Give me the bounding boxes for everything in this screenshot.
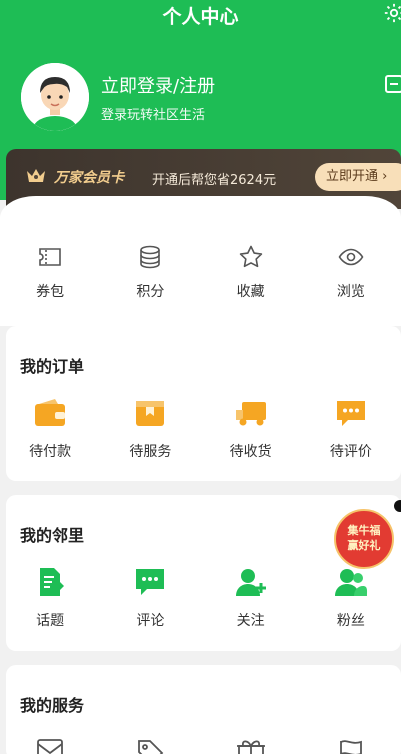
neighbor-label: 关注 [236, 613, 265, 629]
quick-link-label: 券包 [36, 284, 65, 300]
promo-floating-badge[interactable]: 集牛福 赢好礼 [334, 509, 394, 569]
services-row [0, 737, 401, 754]
promo-line-1: 集牛福 [347, 524, 381, 537]
quick-link-label: 积分 [136, 284, 165, 300]
orders-title: 我的订单 [20, 357, 85, 376]
gear-icon[interactable] [383, 2, 401, 24]
neighbor-following[interactable]: 关注 [201, 567, 301, 630]
avatar[interactable] [21, 63, 89, 131]
neighbor-label: 话题 [36, 613, 65, 629]
chat-icon [136, 569, 165, 595]
quick-link-label: 收藏 [236, 284, 265, 300]
crown-icon [27, 169, 45, 182]
order-pending-receipt[interactable]: 待收货 [201, 398, 301, 461]
promo-line-2: 赢好礼 [347, 539, 381, 552]
service-icon [136, 401, 165, 426]
neighbor-label: 评论 [136, 613, 165, 629]
orders-row: 待付款 待服务 待收货 待评价 [0, 398, 401, 461]
order-label: 待评价 [329, 444, 372, 460]
order-label: 待收货 [229, 444, 272, 460]
quick-link-history[interactable]: 浏览 [301, 244, 401, 301]
promo-close-icon[interactable] [394, 500, 401, 512]
neighbors-row: 话题 评论 关注 粉丝 [0, 567, 401, 630]
order-label: 待服务 [129, 444, 172, 460]
service-item-gift[interactable] [201, 737, 301, 754]
quick-link-coupons[interactable]: 券包 [0, 244, 100, 301]
star-icon [239, 245, 262, 268]
order-pending-payment[interactable]: 待付款 [0, 398, 100, 461]
order-pending-service[interactable]: 待服务 [100, 398, 200, 461]
flag-icon [339, 740, 362, 754]
vip-card-desc: 开通后帮您省2624元 [152, 173, 277, 188]
vip-open-button[interactable]: 立即开通 › [315, 163, 401, 191]
service-item-tag[interactable] [100, 737, 200, 754]
coupon-icon [39, 248, 61, 266]
login-register-link[interactable]: 立即登录/注册 [101, 72, 215, 98]
quick-link-label: 浏览 [336, 284, 365, 300]
points-icon [140, 245, 161, 269]
neighbor-topics[interactable]: 话题 [0, 567, 100, 630]
vip-card-name: 万家会员卡 [54, 170, 124, 186]
neighbor-label: 粉丝 [336, 613, 365, 629]
fans-icon [334, 569, 367, 596]
scan-icon[interactable] [384, 73, 401, 95]
service-item-mail[interactable] [0, 737, 100, 754]
follow-icon [235, 569, 266, 596]
gift-icon [236, 740, 265, 754]
comment-icon [336, 401, 365, 426]
eye-icon [338, 248, 364, 266]
neighbor-fans[interactable]: 粉丝 [301, 567, 401, 630]
topic-icon [40, 568, 65, 596]
neighbor-comments[interactable]: 评论 [100, 567, 200, 630]
quick-link-points[interactable]: 积分 [100, 244, 200, 301]
page-title: 个人中心 [162, 6, 239, 28]
services-title: 我的服务 [20, 696, 85, 715]
order-pending-review[interactable]: 待评价 [301, 398, 401, 461]
tag-icon [138, 740, 164, 754]
neighbors-title: 我的邻里 [20, 526, 85, 545]
truck-icon [235, 402, 266, 426]
mail-icon [37, 739, 64, 754]
order-label: 待付款 [29, 444, 72, 460]
quick-links-row: 券包 积分 收藏 浏览 [0, 244, 401, 301]
login-subtitle: 登录玩转社区生活 [101, 108, 206, 123]
wallet-icon [35, 399, 66, 426]
quick-link-favorites[interactable]: 收藏 [201, 244, 301, 301]
service-item-flag[interactable] [301, 737, 401, 754]
